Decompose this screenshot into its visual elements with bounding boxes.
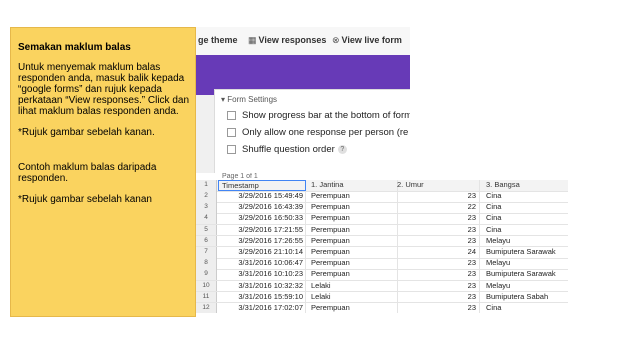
help-icon[interactable]: ? [337, 144, 347, 154]
row-number[interactable]: 2 [196, 191, 217, 202]
jantina-cell[interactable]: Perempuan [308, 247, 398, 258]
table-row: 11 3/31/2016 15:59:10 Lelaki 23 Bumiputera S… [196, 291, 568, 304]
row-number[interactable]: 6 [196, 235, 217, 247]
timestamp-cell[interactable]: 3/29/2016 21:10:14 [218, 247, 306, 258]
column-header-bangsa[interactable]: 3. Bangsa [483, 180, 568, 191]
row-number[interactable]: 11 [196, 291, 217, 303]
bangsa-cell[interactable]: Cina [483, 191, 568, 202]
change-theme-button[interactable]: ge theme [198, 35, 238, 45]
bangsa-cell[interactable]: Bumiputera Sarawak [483, 269, 568, 280]
google-forms-editor: ge theme ▦ View responses ⊗ View live form… [196, 27, 410, 175]
responses-spreadsheet: Page 1 of 1 1 Timestamp 1. Jantina 2. Um… [196, 173, 568, 313]
timestamp-cell[interactable]: 3/29/2016 16:43:39 [218, 202, 306, 213]
umur-cell[interactable]: 23 [394, 213, 480, 224]
bangsa-cell[interactable]: Melayu [483, 281, 568, 292]
one-response-checkbox[interactable] [227, 127, 236, 137]
bangsa-cell[interactable]: Melayu [483, 236, 568, 247]
timestamp-cell[interactable]: 3/31/2016 17:02:07 [218, 303, 306, 313]
progress-bar-option[interactable]: Show progress bar at the bottom of form [227, 110, 410, 121]
view-live-form-label: View live form [341, 35, 402, 45]
jantina-cell[interactable]: Perempuan [308, 269, 398, 280]
timestamp-cell[interactable]: 3/29/2016 17:21:55 [218, 224, 306, 236]
table-row: 4 3/29/2016 16:50:33 Perempuan 23 Cina [196, 213, 568, 225]
table-row: 2 3/29/2016 15:49:49 Perempuan 23 Cina [196, 191, 568, 203]
forms-toolbar: ge theme ▦ View responses ⊗ View live form [196, 27, 410, 56]
table-row: 7 3/29/2016 21:10:14 Perempuan 24 Bumiputera… [196, 247, 568, 259]
umur-cell[interactable]: 24 [394, 247, 480, 258]
jantina-cell[interactable]: Perempuan [308, 235, 398, 247]
umur-cell[interactable]: 23 [394, 258, 480, 269]
timestamp-cell[interactable]: 3/31/2016 10:06:47 [218, 258, 306, 269]
instruction-callout: Semakan maklum balas Untuk menyemak makl… [10, 27, 196, 317]
row-number[interactable]: 10 [196, 280, 217, 292]
view-responses-button[interactable]: ▦ View responses [248, 35, 326, 46]
jantina-cell[interactable]: Perempuan [308, 303, 398, 313]
jantina-cell[interactable]: Perempuan [308, 213, 398, 224]
bangsa-cell[interactable]: Cina [483, 202, 568, 213]
row-number[interactable]: 12 [196, 303, 217, 313]
row-number[interactable]: 1 [196, 180, 217, 191]
table-row: 10 3/31/2016 10:32:32 Lelaki 23 Melayu [196, 280, 568, 293]
shuffle-order-checkbox[interactable] [227, 144, 236, 154]
callout-note-1: *Rujuk gambar sebelah kanan. [18, 127, 155, 138]
jantina-cell[interactable]: Perempuan [308, 202, 398, 213]
table-row: 5 3/29/2016 17:21:55 Perempuan 23 Cina [196, 224, 568, 237]
one-response-option[interactable]: Only allow one response per person (re [227, 127, 408, 138]
column-header-umur[interactable]: 2. Umur [394, 180, 480, 191]
timestamp-cell[interactable]: 3/31/2016 10:32:32 [218, 280, 306, 292]
column-header-jantina[interactable]: 1. Jantina [308, 180, 398, 191]
jantina-cell[interactable]: Lelaki [308, 291, 398, 303]
form-settings-panel: ▾ Form Settings Show progress bar at the… [214, 89, 410, 175]
jantina-cell[interactable]: Perempuan [308, 258, 398, 269]
bangsa-cell[interactable]: Melayu [483, 258, 568, 269]
column-header-timestamp[interactable]: Timestamp [218, 180, 306, 191]
callout-paragraph-1: Untuk menyemak maklum balas responden an… [18, 62, 190, 117]
row-number[interactable]: 8 [196, 258, 217, 269]
form-settings-header[interactable]: ▾ Form Settings [221, 95, 277, 104]
bangsa-cell[interactable]: Cina [483, 225, 568, 236]
umur-cell[interactable]: 23 [394, 269, 480, 280]
callout-title: Semakan maklum balas [18, 42, 131, 53]
jantina-cell[interactable]: Perempuan [308, 224, 398, 236]
header-row: 1 Timestamp 1. Jantina 2. Umur 3. Bangsa [196, 180, 568, 192]
table-row: 6 3/29/2016 17:26:55 Perempuan 23 Melayu [196, 235, 568, 248]
shuffle-order-option[interactable]: Shuffle question order? [227, 144, 347, 155]
row-number[interactable]: 5 [196, 224, 217, 236]
timestamp-cell[interactable]: 3/31/2016 10:10:23 [218, 269, 306, 280]
bangsa-cell[interactable]: Cina [483, 213, 568, 224]
row-number[interactable]: 3 [196, 202, 217, 213]
table-icon: ▦ [248, 35, 257, 45]
bangsa-cell[interactable]: Cina [483, 303, 568, 313]
timestamp-cell[interactable]: 3/31/2016 15:59:10 [218, 291, 306, 303]
view-responses-label: View responses [258, 35, 327, 45]
umur-cell[interactable]: 23 [394, 291, 480, 303]
umur-cell[interactable]: 23 [394, 303, 480, 313]
table-row: 12 3/31/2016 17:02:07 Perempuan 23 Cina [196, 303, 568, 313]
bangsa-cell[interactable]: Bumiputera Sabah [483, 292, 568, 303]
callout-paragraph-2: Contoh maklum balas daripada responden. [18, 162, 157, 184]
umur-cell[interactable]: 23 [394, 224, 480, 236]
row-number[interactable]: 4 [196, 213, 217, 224]
progress-bar-checkbox[interactable] [227, 110, 236, 120]
row-number[interactable]: 9 [196, 269, 217, 280]
row-number[interactable]: 7 [196, 247, 217, 258]
umur-cell[interactable]: 23 [394, 191, 480, 202]
view-live-form-button[interactable]: ⊗ View live form [332, 35, 402, 46]
page-indicator: Page 1 of 1 [222, 173, 258, 180]
live-form-icon: ⊗ [332, 35, 340, 45]
jantina-cell[interactable]: Perempuan [308, 191, 398, 202]
umur-cell[interactable]: 23 [394, 280, 480, 292]
bangsa-cell[interactable]: Bumiputera Sarawak [483, 247, 568, 258]
table-row: 9 3/31/2016 10:10:23 Perempuan 23 Bumiputera… [196, 269, 568, 281]
umur-cell[interactable]: 23 [394, 235, 480, 247]
timestamp-cell[interactable]: 3/29/2016 15:49:49 [218, 191, 306, 202]
callout-note-2: *Rujuk gambar sebelah kanan [18, 194, 152, 205]
jantina-cell[interactable]: Lelaki [308, 280, 398, 292]
table-row: 8 3/31/2016 10:06:47 Perempuan 23 Melayu [196, 258, 568, 270]
timestamp-cell[interactable]: 3/29/2016 17:26:55 [218, 235, 306, 247]
timestamp-cell[interactable]: 3/29/2016 16:50:33 [218, 213, 306, 224]
umur-cell[interactable]: 22 [394, 202, 480, 213]
table-row: 3 3/29/2016 16:43:39 Perempuan 22 Cina [196, 202, 568, 214]
